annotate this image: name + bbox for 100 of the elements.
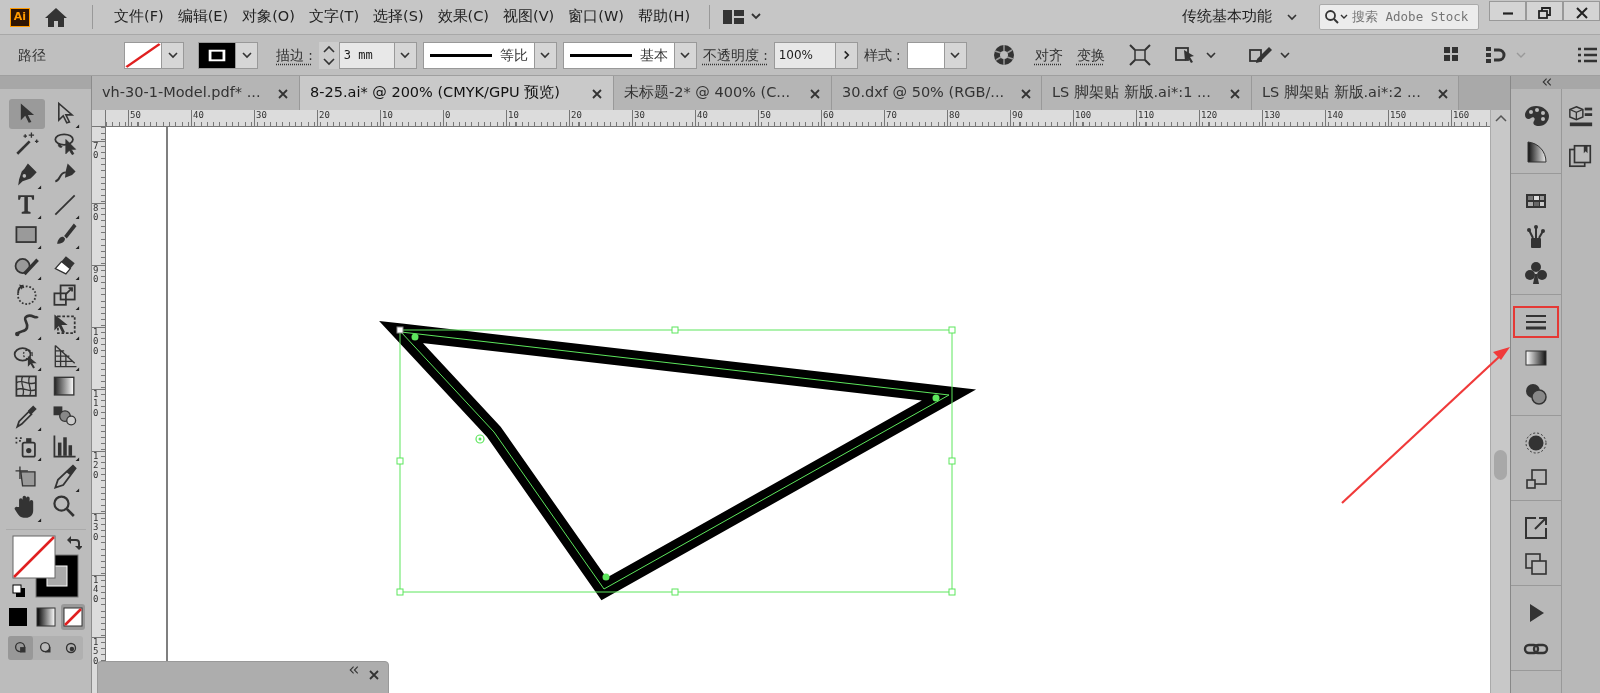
palette-icon bbox=[1523, 103, 1549, 129]
stroke-label[interactable]: 描边 : bbox=[276, 44, 313, 66]
caret-icon bbox=[166, 50, 179, 60]
fill-swatch[interactable] bbox=[124, 41, 162, 69]
color-mode-button[interactable] bbox=[61, 604, 85, 631]
expand-button[interactable] bbox=[835, 41, 858, 69]
stroke-swatch[interactable] bbox=[198, 41, 236, 69]
solid-color-icon bbox=[7, 606, 29, 629]
dropdown-caret-button[interactable] bbox=[534, 41, 557, 69]
dropdown-value: 等比 bbox=[499, 45, 528, 65]
tool-button[interactable] bbox=[8, 99, 45, 130]
collapse-button[interactable] bbox=[1541, 76, 1553, 87]
menu-item[interactable]: 选择(S) bbox=[366, 6, 431, 28]
dropdown-value: 基本 bbox=[639, 45, 668, 65]
stepper-arrows[interactable] bbox=[318, 41, 339, 69]
tab-title: 30.dxf @ 50% (RGB/... bbox=[842, 83, 1005, 103]
document-tab[interactable]: LS 脚架贴 新版.ai*:2 ... bbox=[1252, 76, 1459, 110]
scrollbar-thumb[interactable] bbox=[1494, 450, 1507, 480]
bookmark-panel-icon bbox=[1568, 143, 1594, 169]
ruler-number: 70 bbox=[93, 142, 100, 161]
document-tab[interactable]: LS 脚架贴 新版.ai*:1 ... bbox=[1042, 76, 1252, 110]
home-icon[interactable] bbox=[44, 6, 68, 28]
tab-title: 8-25.ai* @ 200% (CMYK/GPU 预览) bbox=[310, 83, 560, 103]
overlapping-circles-icon bbox=[1523, 381, 1549, 407]
caret-icon bbox=[1204, 50, 1217, 60]
workspace-switcher[interactable]: 传统基本功能 bbox=[1175, 6, 1305, 28]
close-button[interactable] bbox=[1563, 1, 1600, 21]
caret-icon bbox=[1514, 50, 1528, 60]
caret-icon bbox=[1278, 50, 1291, 60]
dropdown-caret-button[interactable] bbox=[394, 41, 417, 69]
restore-button[interactable] bbox=[1526, 1, 1563, 21]
layout-icon[interactable] bbox=[722, 8, 763, 26]
menu-item[interactable]: 视图(V) bbox=[496, 6, 562, 28]
ruler-number: 120 bbox=[93, 452, 100, 481]
tab-title: vh-30-1-Model.pdf* ... bbox=[102, 83, 261, 103]
minimize-button[interactable] bbox=[1489, 1, 1526, 21]
gradient-swatch-icon bbox=[34, 606, 57, 629]
document-tab[interactable]: 8-25.ai* @ 200% (CMYK/GPU 预览) bbox=[300, 76, 614, 110]
caret-icon bbox=[679, 50, 692, 60]
close-icon bbox=[1436, 87, 1449, 100]
search-icon bbox=[1324, 9, 1350, 25]
dropdown-caret-button[interactable] bbox=[674, 41, 697, 69]
stacked-squares-icon bbox=[1523, 466, 1549, 492]
style-swatch[interactable] bbox=[906, 41, 945, 69]
double-chevron-icon bbox=[1541, 77, 1553, 87]
ruler-number: 130 bbox=[93, 514, 100, 543]
no-color-icon bbox=[62, 606, 84, 629]
close-icon bbox=[277, 87, 289, 100]
menu-item[interactable]: 文件(F) bbox=[107, 6, 171, 28]
caret-icon bbox=[539, 50, 552, 60]
style-label: 样式 : bbox=[863, 45, 901, 65]
transform-link[interactable]: 变换 bbox=[1076, 44, 1105, 66]
document-tab[interactable]: vh-30-1-Model.pdf* ... bbox=[92, 76, 300, 110]
align-link[interactable]: 对齐 bbox=[1034, 44, 1063, 66]
panel-button[interactable] bbox=[1514, 307, 1558, 337]
object-type-label: 路径 bbox=[17, 45, 47, 65]
caret-icon bbox=[399, 50, 412, 60]
ruler-number: 150 bbox=[93, 638, 100, 667]
ruler-number: 90 bbox=[93, 266, 100, 285]
double-chevron-icon bbox=[348, 665, 360, 675]
ruler-number: 80 bbox=[93, 204, 100, 223]
ruler-number: 100 bbox=[93, 328, 100, 357]
tab-title: LS 脚架贴 新版.ai*:1 ... bbox=[1052, 83, 1211, 103]
menu-item[interactable]: 窗口(W) bbox=[561, 6, 631, 28]
opacity-label[interactable]: 不透明度 : bbox=[702, 44, 768, 66]
dropdown-caret-button[interactable] bbox=[162, 41, 184, 69]
close-icon bbox=[1020, 87, 1033, 100]
tab-title: 未标题-2* @ 400% (C... bbox=[624, 83, 791, 103]
menu-item[interactable]: 对象(O) bbox=[235, 6, 302, 28]
overlapping-rectangles-icon bbox=[1523, 551, 1549, 577]
close-icon bbox=[591, 87, 603, 100]
app-logo: Ai bbox=[10, 7, 30, 27]
document-tab[interactable]: 未标题-2* @ 400% (C... bbox=[614, 76, 832, 110]
brush-dropdown[interactable]: 基本 bbox=[562, 41, 675, 69]
stroke-line-preview bbox=[429, 52, 492, 58]
tab-title: LS 脚架贴 新版.ai*:2 ... bbox=[1262, 83, 1421, 103]
menu-item[interactable]: 文字(T) bbox=[301, 6, 367, 28]
club-icon bbox=[1523, 260, 1549, 286]
stroke-line-preview bbox=[569, 52, 632, 58]
profile-dropdown[interactable]: 等比 bbox=[422, 41, 535, 69]
draw-mode-button[interactable] bbox=[8, 636, 33, 661]
ruler-number: 110 bbox=[93, 390, 100, 419]
menu-item[interactable]: 效果(C) bbox=[430, 6, 497, 28]
document-tab[interactable]: 30.dxf @ 50% (RGB/... bbox=[832, 76, 1042, 110]
default-colors-icon[interactable] bbox=[11, 584, 26, 599]
fit-corners-icon[interactable] bbox=[1126, 42, 1153, 68]
stroke-weight-field[interactable]: 3 mm bbox=[338, 41, 395, 69]
fill-color-box[interactable] bbox=[11, 535, 56, 580]
dropdown-caret-button[interactable] bbox=[236, 41, 258, 69]
search-field[interactable]: 搜索 Adobe Stock bbox=[1319, 4, 1479, 30]
caret-icon bbox=[240, 50, 253, 60]
swap-arrow-icon[interactable] bbox=[65, 535, 82, 552]
opacity-field[interactable]: 100% bbox=[773, 41, 836, 69]
menu-item[interactable]: 编辑(E) bbox=[170, 6, 236, 28]
dropdown-caret-button[interactable] bbox=[944, 41, 967, 69]
menu-item[interactable]: 帮助(H) bbox=[630, 6, 698, 28]
caret-icon bbox=[1286, 12, 1298, 22]
export-arrow-icon bbox=[1523, 515, 1549, 541]
minimize-icon bbox=[1502, 11, 1513, 15]
cube-library-icon bbox=[1568, 103, 1594, 129]
